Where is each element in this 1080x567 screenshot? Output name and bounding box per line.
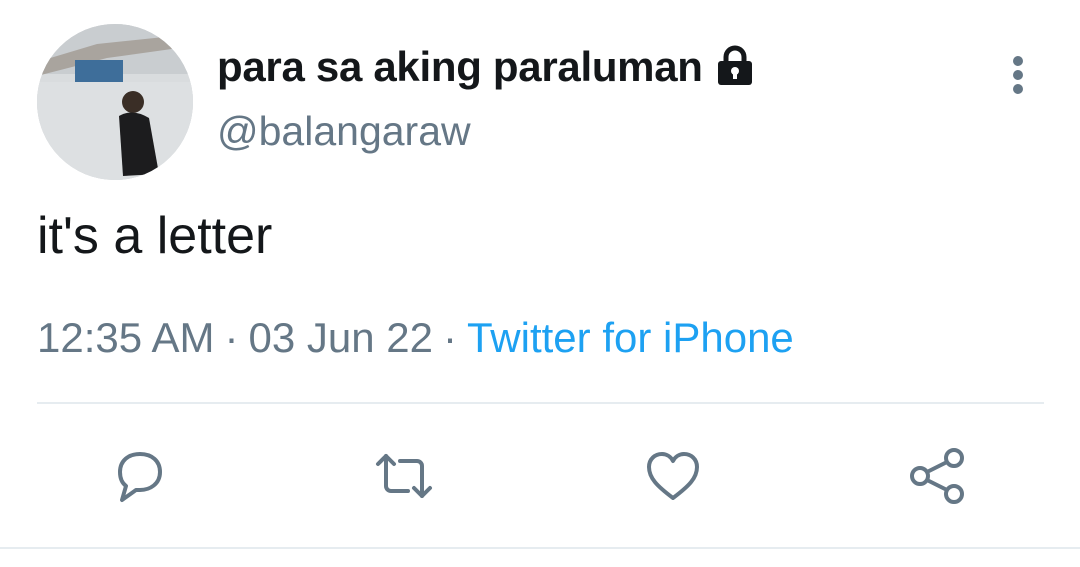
tweet-card: para sa aking paraluman @balangaraw it's… [0,0,1080,567]
share-button[interactable] [906,446,970,510]
avatar[interactable] [37,24,193,180]
display-name-row: para sa aking paraluman [217,40,755,94]
lock-icon [715,45,755,89]
meta-separator: · [224,314,239,361]
tweet-date: 03 Jun 22 [248,314,433,361]
bottom-divider [0,547,1080,549]
avatar-photo [37,24,193,180]
user-handle[interactable]: @balangaraw [217,108,471,155]
tweet-meta: 12:35 AM · 03 Jun 22 · Twitter for iPhone [37,314,794,362]
reply-icon [110,446,170,511]
divider [37,402,1044,404]
heart-icon [643,446,703,511]
meta-separator: · [442,314,457,361]
retweet-button[interactable] [372,446,436,510]
tweet-source-link[interactable]: Twitter for iPhone [467,314,794,361]
display-name[interactable]: para sa aking paraluman [217,43,703,91]
share-icon [906,444,970,513]
tweet-time: 12:35 AM [37,314,215,361]
tweet-text: it's a letter [37,207,273,265]
reply-button[interactable] [108,446,172,510]
more-options-icon[interactable] [998,52,1038,98]
like-button[interactable] [641,446,705,510]
retweet-icon [372,446,436,511]
